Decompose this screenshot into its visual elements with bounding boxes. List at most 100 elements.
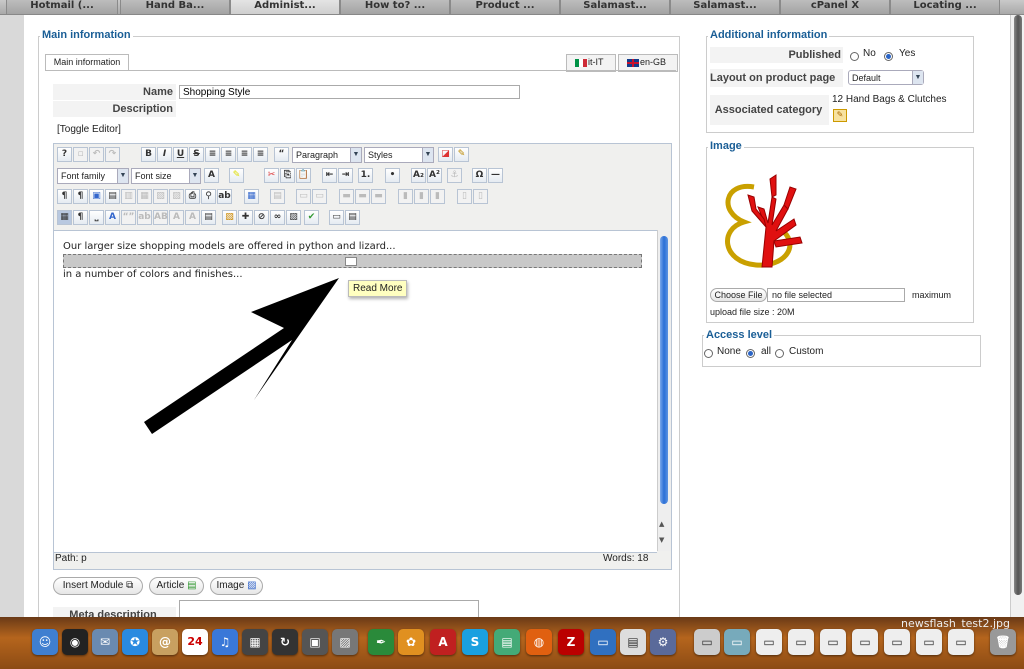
firefox-icon[interactable]: ◍ bbox=[526, 629, 552, 655]
fullscreen-icon[interactable]: ▣ bbox=[89, 189, 104, 204]
date-icon[interactable]: ▦ bbox=[137, 189, 152, 204]
published-no-radio[interactable] bbox=[850, 52, 859, 61]
attribs-icon[interactable]: ▤ bbox=[201, 210, 216, 225]
window-thumbnail-icon[interactable]: ▭ bbox=[756, 629, 782, 655]
horizontal-rule-icon[interactable]: — bbox=[488, 168, 503, 183]
window-thumbnail-icon[interactable]: ▭ bbox=[852, 629, 878, 655]
row-before-icon[interactable]: ▬ bbox=[339, 189, 354, 204]
browser-tab-salamast-1[interactable]: Salamast... bbox=[560, 0, 670, 14]
browser-tab-locating[interactable]: Locating ... bbox=[890, 0, 1000, 14]
browser-tab-administration[interactable]: Administ... bbox=[230, 0, 340, 14]
help-icon[interactable]: ? bbox=[57, 147, 72, 162]
browser-tab-hotmail[interactable]: Hotmail (... bbox=[6, 0, 118, 14]
preview-icon[interactable]: ▤ bbox=[105, 189, 120, 204]
style-props-icon[interactable]: A bbox=[105, 210, 120, 225]
subscript-icon[interactable]: A₂ bbox=[411, 168, 426, 183]
undo-icon[interactable]: ↶ bbox=[89, 147, 104, 162]
superscript-icon[interactable]: A² bbox=[427, 168, 442, 183]
anchor-icon[interactable]: ⚓ bbox=[447, 168, 462, 183]
col-after-icon[interactable]: ▮ bbox=[414, 189, 429, 204]
window-thumbnail-icon[interactable]: ▭ bbox=[916, 629, 942, 655]
search-icon[interactable]: ⚲ bbox=[201, 189, 216, 204]
browser-tab-hand-bags[interactable]: Hand Ba... bbox=[120, 0, 230, 14]
documents-folder-icon[interactable]: ▭ bbox=[724, 629, 750, 655]
bold-icon[interactable]: B bbox=[141, 147, 156, 162]
unlink-icon[interactable]: ⊘ bbox=[254, 210, 269, 225]
address-book-icon[interactable]: @ bbox=[152, 629, 178, 655]
unordered-list-icon[interactable]: • bbox=[385, 168, 400, 183]
trash-icon[interactable]: 🗑 bbox=[990, 629, 1016, 655]
published-yes-radio[interactable] bbox=[884, 52, 893, 61]
iphoto-icon[interactable]: ▨ bbox=[332, 629, 358, 655]
col-before-icon[interactable]: ▮ bbox=[398, 189, 413, 204]
layer-icon[interactable]: ▨ bbox=[169, 189, 184, 204]
layout-select[interactable]: Default ▼ bbox=[848, 70, 924, 85]
time-icon[interactable]: ▧ bbox=[153, 189, 168, 204]
split-cells-icon[interactable]: ▯ bbox=[457, 189, 472, 204]
skype-icon[interactable]: S bbox=[462, 629, 488, 655]
cleanup-icon[interactable]: ✎ bbox=[454, 147, 469, 162]
editor-scrollbar[interactable]: ▲ ▼ bbox=[657, 230, 671, 551]
itunes-icon[interactable]: ♫ bbox=[212, 629, 238, 655]
redo-icon[interactable]: ↷ bbox=[105, 147, 120, 162]
read-more-separator[interactable] bbox=[63, 254, 642, 268]
styles-select[interactable]: Styles ▼ bbox=[364, 147, 434, 163]
finder-icon[interactable]: ☺ bbox=[32, 629, 58, 655]
eraser-icon[interactable]: ◪ bbox=[438, 147, 453, 162]
document-icon[interactable]: ▤ bbox=[620, 629, 646, 655]
ordered-list-icon[interactable]: 1. bbox=[358, 168, 373, 183]
pagebreak-icon[interactable]: ▭ bbox=[329, 210, 344, 225]
table-icon[interactable]: ▦ bbox=[244, 189, 259, 204]
blockquote-icon[interactable]: “ bbox=[274, 147, 289, 162]
abbr-icon[interactable]: ab bbox=[137, 210, 152, 225]
print-icon[interactable]: ⎙ bbox=[185, 189, 200, 204]
image-icon[interactable]: ▨ bbox=[286, 210, 301, 225]
align-right-icon[interactable]: ≡ bbox=[253, 147, 268, 162]
toggle-editor-link[interactable]: [Toggle Editor] bbox=[57, 124, 121, 135]
page-scroll-thumb[interactable] bbox=[1014, 15, 1022, 595]
insert-module-button[interactable]: Insert Module ⧉ bbox=[53, 577, 143, 595]
window-thumbnail-icon[interactable]: ▭ bbox=[948, 629, 974, 655]
format-select[interactable]: Paragraph ▼ bbox=[292, 147, 362, 163]
file-name-field[interactable]: no file selected bbox=[767, 288, 905, 302]
browser-tab-salamast-2[interactable]: Salamast... bbox=[670, 0, 780, 14]
row-after-icon[interactable]: ▬ bbox=[355, 189, 370, 204]
choose-file-button[interactable]: Choose File bbox=[710, 288, 767, 302]
folder-icon[interactable]: ▭ bbox=[590, 629, 616, 655]
replace-icon[interactable]: ab bbox=[217, 189, 232, 204]
font-family-select[interactable]: Font family ▼ bbox=[57, 168, 129, 184]
del-icon[interactable]: A bbox=[169, 210, 184, 225]
browser-tab-how-to[interactable]: How to? ... bbox=[340, 0, 450, 14]
safari-icon[interactable]: ✪ bbox=[122, 629, 148, 655]
image-insert-icon[interactable]: ▧ bbox=[222, 210, 237, 225]
edit-category-icon[interactable]: ✎ bbox=[833, 109, 847, 122]
outdent-icon[interactable]: ⇤ bbox=[322, 168, 337, 183]
tab-main-information[interactable]: Main information bbox=[45, 54, 129, 71]
copy-icon[interactable]: ⎘ bbox=[280, 168, 295, 183]
link-icon[interactable]: ∞ bbox=[270, 210, 285, 225]
ins-icon[interactable]: A bbox=[185, 210, 200, 225]
meta-description-input[interactable] bbox=[179, 600, 479, 617]
preview-app-icon[interactable]: ▤ bbox=[494, 629, 520, 655]
cite-icon[interactable]: “” bbox=[121, 210, 136, 225]
browser-tab-product[interactable]: Product ... bbox=[450, 0, 560, 14]
underline-icon[interactable]: U bbox=[173, 147, 188, 162]
system-preferences-icon[interactable]: ⚙ bbox=[650, 629, 676, 655]
article-button[interactable]: Article ▤ bbox=[149, 577, 204, 595]
visual-aid-icon[interactable]: ▦ bbox=[57, 210, 72, 225]
ltr-icon[interactable]: ¶ bbox=[57, 189, 72, 204]
acrobat-icon[interactable]: A bbox=[430, 629, 456, 655]
spaces-icon[interactable]: ▦ bbox=[242, 629, 268, 655]
readmore-icon[interactable]: ▤ bbox=[345, 210, 360, 225]
font-size-select[interactable]: Font size ▼ bbox=[131, 168, 201, 184]
browser-tab-cpanel[interactable]: cPanel X bbox=[780, 0, 890, 14]
access-all-radio[interactable] bbox=[746, 349, 755, 358]
strikethrough-icon[interactable]: S bbox=[189, 147, 204, 162]
delete-col-icon[interactable]: ▮ bbox=[430, 189, 445, 204]
highlight-color-icon[interactable]: ✎ bbox=[229, 168, 244, 183]
editor-scroll-thumb[interactable] bbox=[660, 236, 668, 504]
filezilla-icon[interactable]: Z bbox=[558, 629, 584, 655]
delete-row-icon[interactable]: ▬ bbox=[371, 189, 386, 204]
align-left-icon[interactable]: ≡ bbox=[237, 147, 252, 162]
new-document-icon[interactable]: ▫ bbox=[73, 147, 88, 162]
